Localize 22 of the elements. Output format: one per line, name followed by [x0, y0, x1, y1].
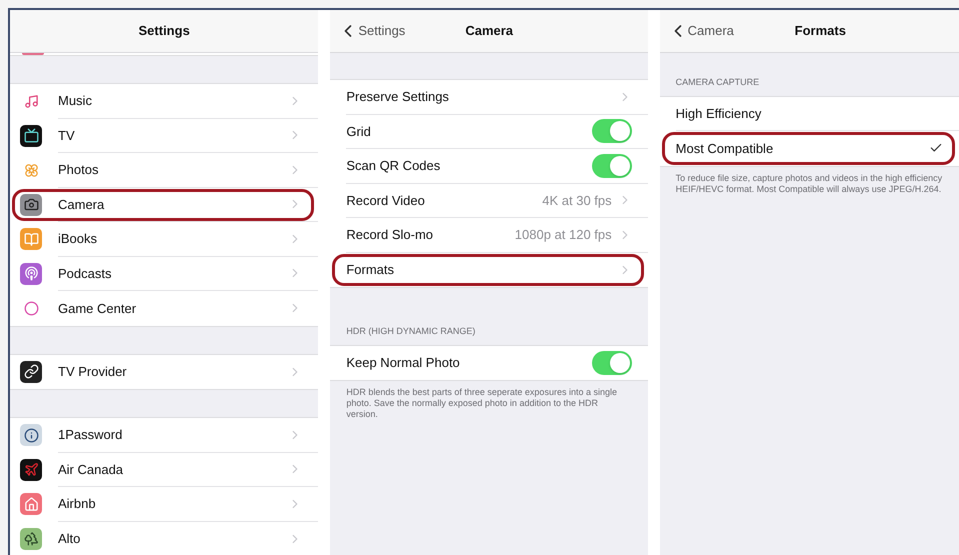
back-button[interactable]: Camera	[668, 21, 734, 41]
section-footer: HDR blends the best parts of three seperate exposures into a single photo. Save the normally exposed photo in addition to the HDR version.	[330, 381, 648, 420]
back-button[interactable]: Settings	[338, 21, 406, 41]
row-value: 1080p at 120 fps	[514, 226, 612, 244]
toggle-switch[interactable]	[592, 350, 632, 375]
house-icon	[20, 493, 42, 516]
toggle-switch[interactable]	[592, 154, 632, 178]
navigation-title: Settings	[138, 22, 190, 40]
navigation-title: Camera	[465, 22, 514, 40]
row-value: 4K at 30 fps	[542, 192, 612, 210]
section-header: CAMERA CAPTURE	[674, 76, 760, 89]
section-footer: To reduce file size, capture photos and videos in the high efficiency HEIF/HEVC format. Most Compatible will always use JPEG/H.264.	[660, 166, 959, 194]
camera-icon	[20, 194, 42, 216]
row-label[interactable]: Record Slo-mo	[346, 225, 515, 244]
podcast-icon	[20, 262, 42, 285]
navigation-title: Formats	[794, 22, 846, 40]
book-icon	[20, 228, 42, 250]
section-header: HDR (HIGH DYNAMIC RANGE)	[345, 325, 476, 338]
row-label[interactable]: Record Video	[346, 190, 542, 210]
tv-icon	[20, 124, 42, 147]
tree-icon	[20, 528, 42, 550]
toggle-switch[interactable]	[592, 119, 632, 144]
